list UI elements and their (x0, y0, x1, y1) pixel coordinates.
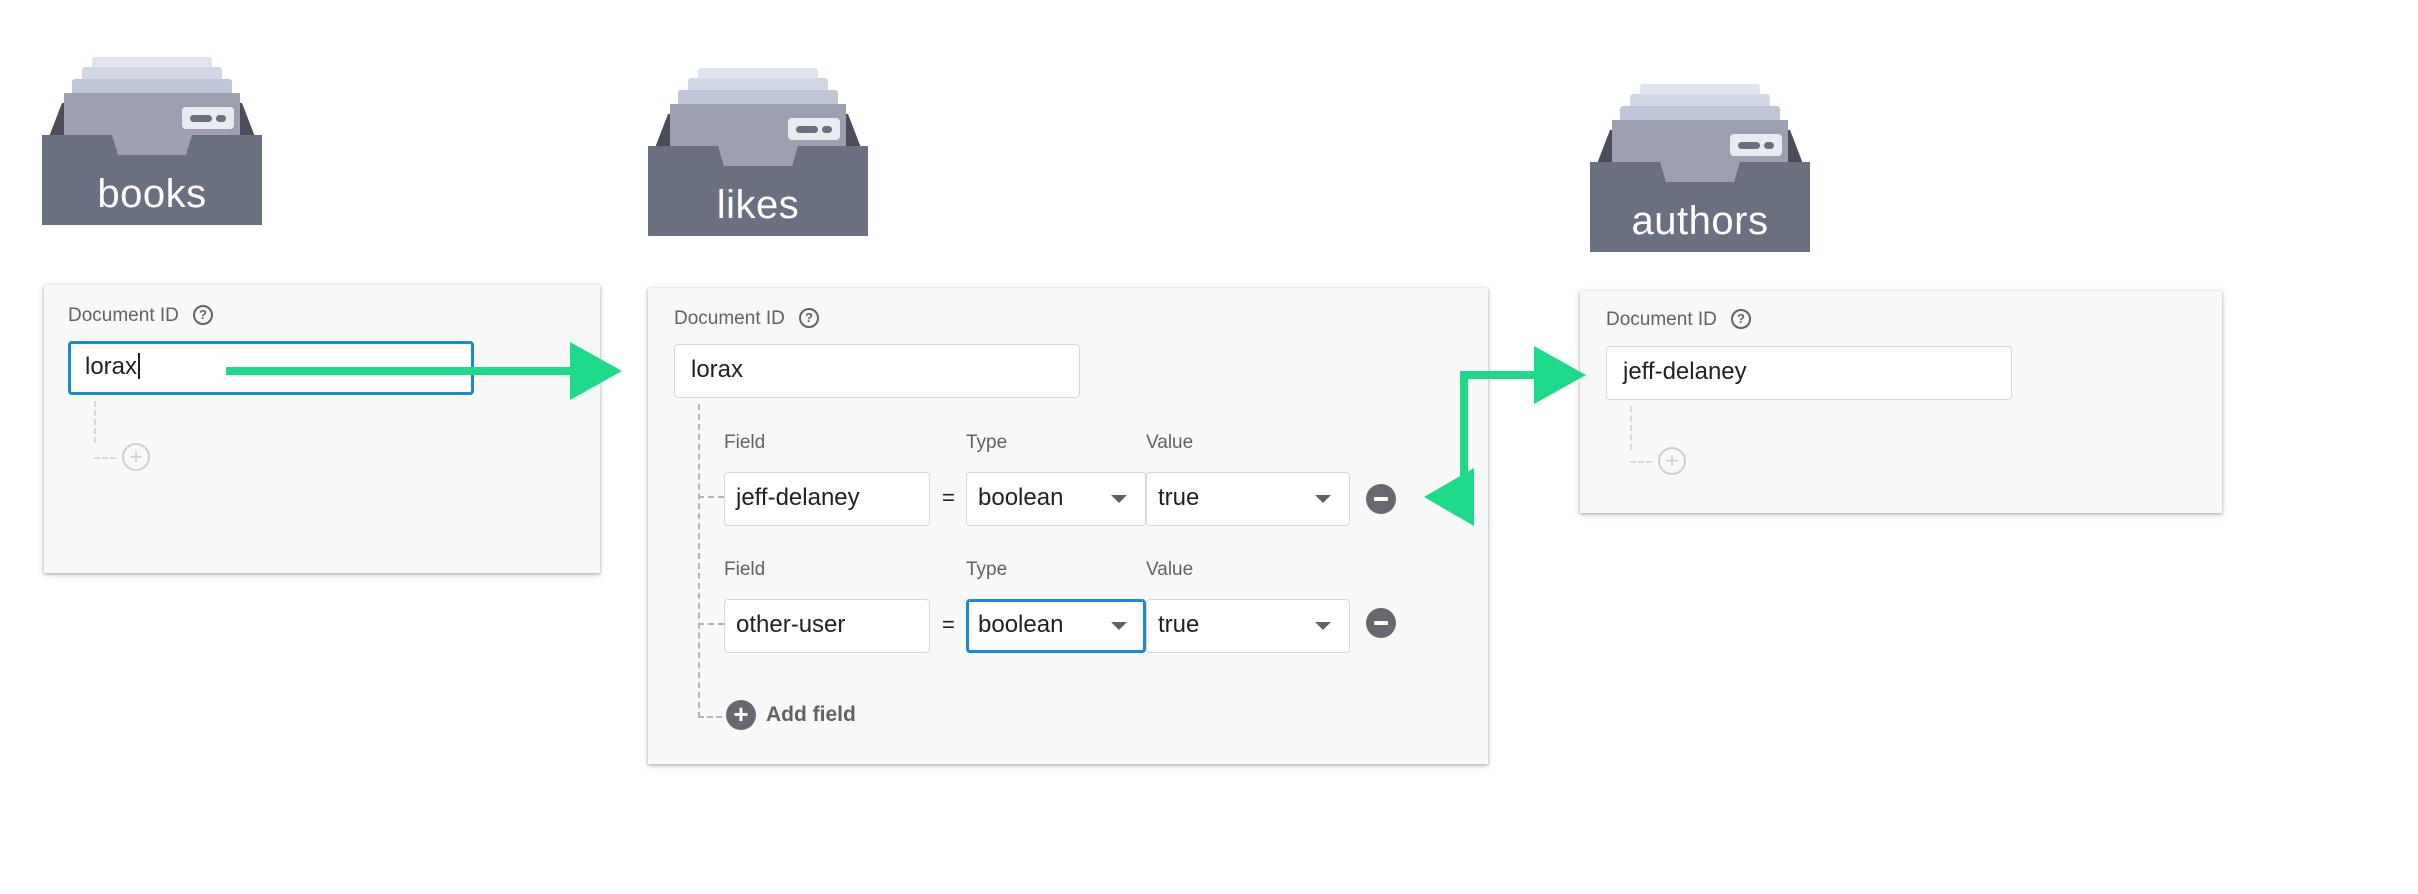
chevron-down-icon (1315, 622, 1331, 630)
tree-connector (1630, 406, 1632, 450)
type-label: Type (966, 559, 1008, 580)
type-select[interactable]: boolean (966, 472, 1146, 526)
value-value: true (1158, 611, 1200, 638)
collection-name: authors (1631, 199, 1769, 243)
text-cursor (138, 352, 141, 379)
likes-document-card: Document ID ? lorax Field Type Value jef… (648, 288, 1488, 764)
tree-connector (1630, 461, 1652, 463)
tree-connector (698, 496, 724, 498)
field-name-value: jeff-delaney (736, 484, 860, 511)
books-document-card: Document ID ? lorax + (44, 285, 600, 573)
remove-field-icon[interactable] (1366, 484, 1396, 514)
add-field-icon[interactable]: + (122, 443, 150, 471)
authors-document-card: Document ID ? jeff-delaney + (1580, 291, 2222, 513)
chevron-down-icon (1111, 495, 1127, 503)
remove-field-icon[interactable] (1366, 608, 1396, 638)
field-name-input[interactable]: other-user (724, 599, 930, 653)
field-label: Field (724, 432, 766, 453)
type-label: Type (966, 432, 1008, 453)
chevron-down-icon (1315, 495, 1331, 503)
value-select[interactable]: true (1146, 599, 1350, 653)
help-circle-icon[interactable]: ? (799, 308, 819, 328)
document-id-input[interactable]: lorax (68, 341, 474, 395)
chevron-down-icon (1111, 622, 1127, 630)
document-id-label: Document ID (68, 305, 179, 326)
collection-name: books (97, 172, 207, 216)
value-value: true (1158, 484, 1200, 511)
document-id-value: lorax (691, 356, 744, 383)
collection-books[interactable]: books (42, 45, 262, 225)
field-name-input[interactable]: jeff-delaney (724, 472, 930, 526)
value-label: Value (1146, 559, 1194, 580)
document-id-input[interactable]: lorax (674, 344, 1080, 398)
type-value: boolean (978, 611, 1064, 638)
tree-connector (698, 404, 700, 718)
equals-sign: = (942, 485, 955, 510)
add-field-icon[interactable]: + (1658, 447, 1686, 475)
help-circle-icon[interactable]: ? (193, 305, 213, 325)
document-id-label: Document ID (1606, 309, 1717, 330)
field-name-value: other-user (736, 611, 846, 638)
type-select[interactable]: boolean (966, 599, 1146, 653)
document-id-value: jeff-delaney (1623, 358, 1747, 385)
document-id-value: lorax (85, 353, 138, 380)
tree-connector (698, 716, 722, 718)
add-field-button[interactable]: + (726, 700, 756, 730)
value-select[interactable]: true (1146, 472, 1350, 526)
tree-connector (94, 401, 96, 443)
equals-sign: = (942, 612, 955, 637)
tree-connector (94, 457, 116, 459)
type-value: boolean (978, 484, 1064, 511)
value-label: Value (1146, 432, 1194, 453)
collection-name: likes (716, 183, 800, 227)
add-field-label[interactable]: Add field (766, 703, 856, 727)
collection-authors[interactable]: authors (1590, 72, 1810, 252)
help-circle-icon[interactable]: ? (1731, 309, 1751, 329)
tree-connector (698, 623, 724, 625)
collection-likes[interactable]: likes (648, 56, 868, 236)
field-label: Field (724, 559, 766, 580)
document-id-label: Document ID (674, 308, 785, 329)
document-id-input[interactable]: jeff-delaney (1606, 346, 2012, 400)
